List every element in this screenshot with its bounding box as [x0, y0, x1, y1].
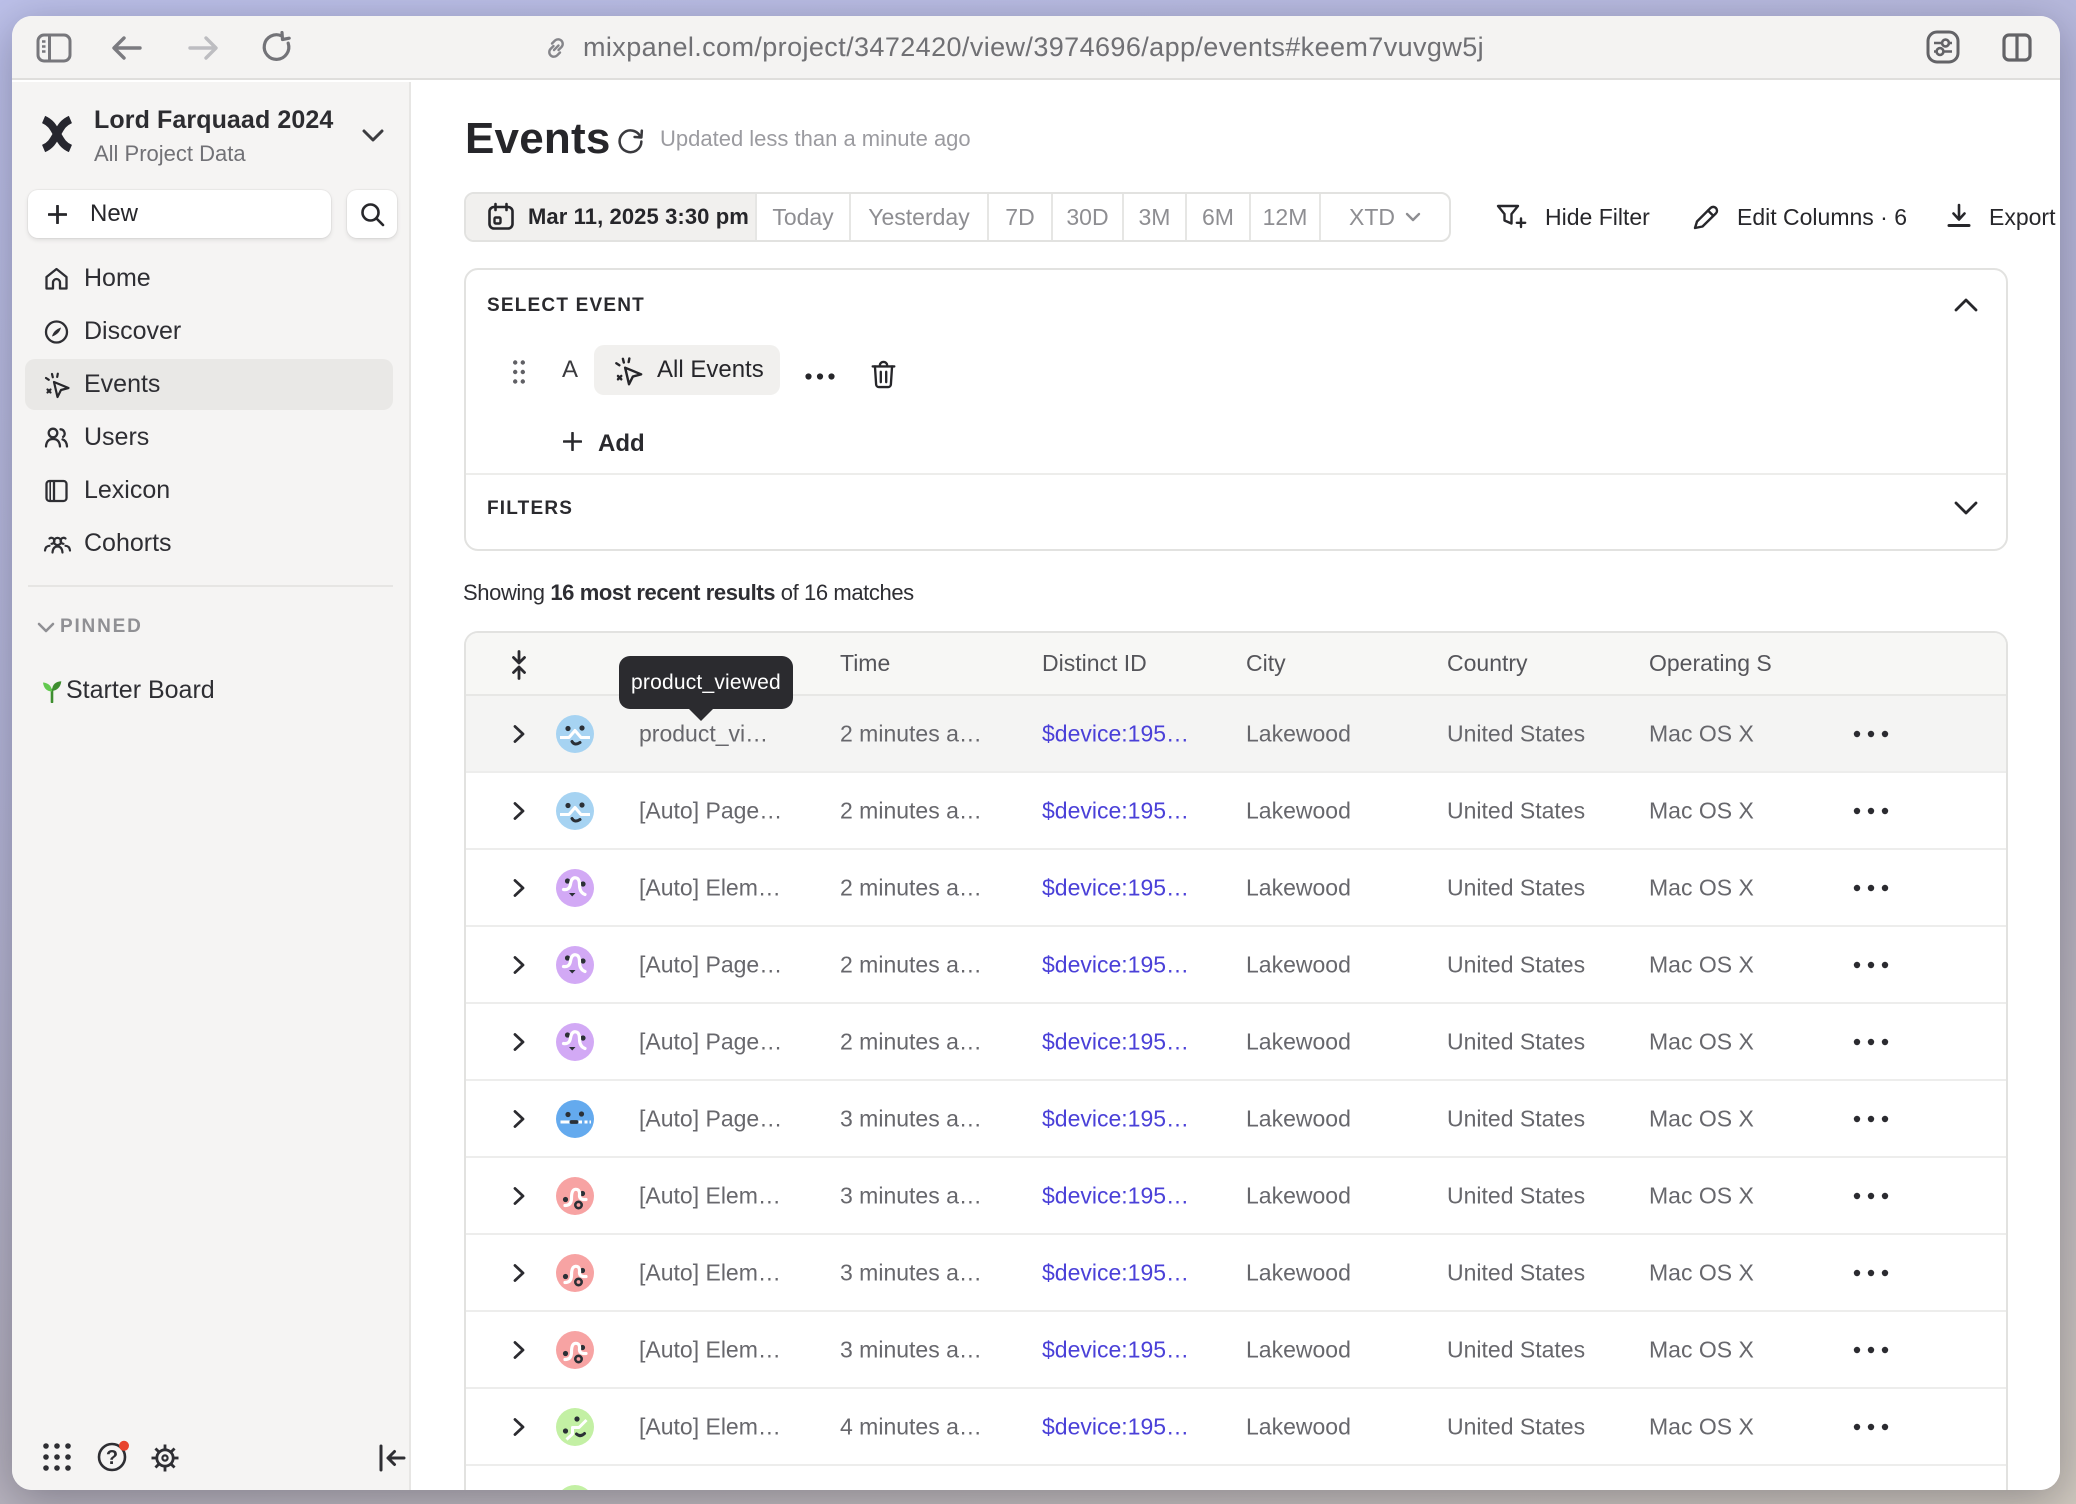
svg-text:?: ? — [106, 1447, 118, 1469]
